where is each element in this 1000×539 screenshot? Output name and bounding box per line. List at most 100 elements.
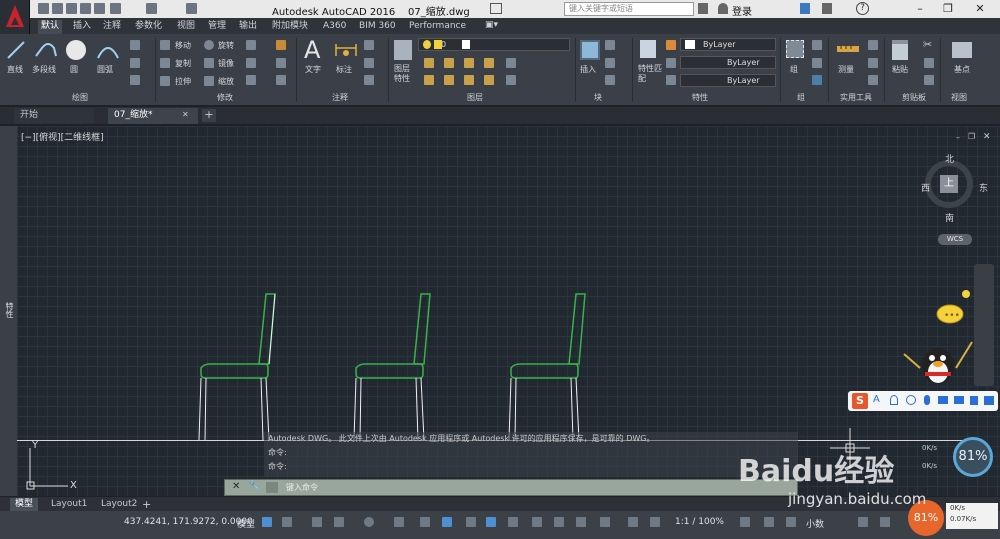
dynamic-input-icon[interactable] — [334, 517, 344, 527]
units-icon[interactable] — [786, 517, 796, 527]
panel-title-clipboard[interactable]: 剪贴板 — [892, 92, 936, 104]
measure-label[interactable]: 测量 — [838, 64, 854, 75]
viewport-minimize-icon[interactable]: – — [956, 133, 960, 142]
dimension-tool-label[interactable]: 标注 — [336, 64, 352, 75]
stretch-icon[interactable] — [160, 76, 170, 86]
lineweight-display-icon[interactable] — [442, 517, 452, 527]
ime-skin-icon[interactable] — [954, 396, 964, 404]
polyline-tool-icon[interactable] — [34, 38, 58, 62]
tab-performance[interactable]: Performance — [406, 20, 469, 34]
block-attribute-icon[interactable] — [605, 75, 615, 85]
units-dropdown[interactable]: 小数 — [806, 517, 824, 530]
layer-tool-icon[interactable] — [484, 58, 494, 68]
restore-icon[interactable]: ❐ — [940, 1, 956, 16]
dynamic-ucs-icon[interactable] — [532, 517, 542, 527]
layer-state-icon[interactable] — [506, 58, 516, 68]
tab-parametric[interactable]: 参数化 — [132, 20, 165, 34]
viewcube-top-face[interactable]: 上 — [940, 175, 958, 193]
sogou-ime-icon[interactable]: S — [852, 393, 868, 409]
object-snap-tracking-icon[interactable] — [394, 517, 404, 527]
mirror-icon[interactable] — [204, 58, 214, 68]
save-icon[interactable] — [66, 3, 77, 14]
rotate-tool[interactable]: 旋转 — [218, 40, 234, 51]
move-icon[interactable] — [160, 40, 170, 50]
panel-title-layers[interactable]: 图层 — [455, 92, 495, 104]
tab-a360[interactable]: A360 — [320, 20, 349, 34]
command-close-icon[interactable]: ✕ — [232, 481, 240, 492]
exchange-apps-icon[interactable] — [800, 3, 810, 14]
ime-user-icon[interactable] — [970, 396, 978, 405]
new-file-icon[interactable] — [38, 3, 49, 14]
scale-icon[interactable] — [204, 76, 214, 86]
panel-title-annotation[interactable]: 注释 — [320, 92, 360, 104]
layer-properties-label[interactable]: 图层特性 — [394, 64, 416, 84]
help-icon[interactable]: ? — [856, 2, 869, 15]
color-wheel-icon[interactable] — [666, 40, 676, 50]
ime-emoji-icon[interactable] — [906, 395, 916, 405]
line-tool-label[interactable]: 直线 — [7, 64, 23, 75]
ime-keyboard-icon[interactable] — [938, 396, 948, 404]
annotation-visibility-icon[interactable] — [600, 517, 610, 527]
circle-tool-icon[interactable] — [64, 38, 88, 62]
tab-bim360[interactable]: BIM 360 — [356, 20, 399, 34]
copy-tool[interactable]: 复制 — [175, 58, 191, 69]
gizmo-icon[interactable] — [576, 517, 586, 527]
command-recent-icon[interactable] — [266, 482, 278, 493]
properties-palette-strip[interactable]: 特性 — [0, 126, 17, 496]
open-file-icon[interactable] — [52, 3, 63, 14]
layer-tool-icon[interactable] — [484, 75, 494, 85]
tab-layout1[interactable]: Layout1 — [46, 498, 92, 511]
tab-annotate[interactable]: 注释 — [100, 20, 124, 34]
autoscale-icon[interactable] — [628, 517, 638, 527]
infer-constraints-icon[interactable] — [312, 517, 322, 527]
grid-display-icon[interactable] — [262, 517, 272, 527]
group-edit-icon[interactable] — [812, 58, 822, 68]
tab-view[interactable]: 视图 — [174, 20, 198, 34]
tab-addins[interactable]: 附加模块 — [269, 20, 311, 34]
panel-title-draw[interactable]: 绘图 — [50, 92, 110, 104]
viewport-close-icon[interactable]: ✕ — [983, 132, 991, 142]
line-tool-icon[interactable] — [6, 38, 26, 62]
annotation-scale-icon[interactable] — [650, 517, 660, 527]
tab-default[interactable]: 默认 — [38, 20, 63, 34]
customization-icon[interactable] — [880, 517, 890, 527]
annotation-monitor-icon[interactable] — [764, 517, 774, 527]
new-layout-icon[interactable]: + — [142, 498, 151, 511]
panel-title-properties[interactable]: 特性 — [680, 92, 720, 104]
command-input[interactable]: 键入命令 — [286, 481, 786, 494]
workspace-switching-icon[interactable] — [740, 517, 750, 527]
rotate-icon[interactable] — [204, 40, 214, 50]
erase-icon[interactable] — [276, 40, 286, 50]
navigation-bar[interactable] — [974, 264, 994, 386]
layer-properties-icon[interactable] — [394, 40, 412, 60]
tab-model[interactable]: 模型 — [10, 498, 39, 511]
compass-west[interactable]: 西 — [921, 181, 930, 194]
layer-state-icon[interactable] — [506, 75, 516, 85]
new-tab-icon[interactable]: + — [202, 109, 216, 122]
snap-mode-icon[interactable] — [282, 517, 292, 527]
cut-icon[interactable]: ✂ — [923, 38, 932, 51]
save-as-icon[interactable] — [80, 3, 91, 14]
panel-title-view[interactable]: 视图 — [942, 92, 976, 104]
layer-tool-icon[interactable] — [464, 58, 474, 68]
minimize-icon[interactable]: – — [912, 1, 928, 16]
layer-tool-icon[interactable] — [424, 75, 434, 85]
layer-tool-icon[interactable] — [424, 58, 434, 68]
compass-north[interactable]: 北 — [945, 152, 954, 165]
dimension-tool-icon[interactable] — [334, 40, 358, 60]
qq-penguin-mascot[interactable]: ••• — [892, 284, 976, 388]
trim-icon[interactable] — [246, 40, 256, 50]
viewport-controls-label[interactable]: [−][俯视][二维线框] — [21, 130, 104, 143]
login-button[interactable]: 登录 — [732, 3, 752, 18]
ime-toolbox-icon[interactable] — [984, 396, 994, 405]
quick-properties-icon[interactable] — [858, 517, 868, 527]
user-icon[interactable] — [718, 3, 728, 14]
polyline-tool-label[interactable]: 多段线 — [32, 64, 56, 75]
copy-icon[interactable] — [160, 58, 170, 68]
group-select-icon[interactable] — [812, 75, 822, 85]
copy-clip-icon[interactable] — [924, 58, 934, 68]
selection-filter-icon[interactable] — [554, 517, 564, 527]
layer-tool-icon[interactable] — [444, 58, 454, 68]
selection-cycling-icon[interactable] — [486, 517, 496, 527]
lineweight-dropdown[interactable]: ByLayer — [680, 74, 776, 87]
